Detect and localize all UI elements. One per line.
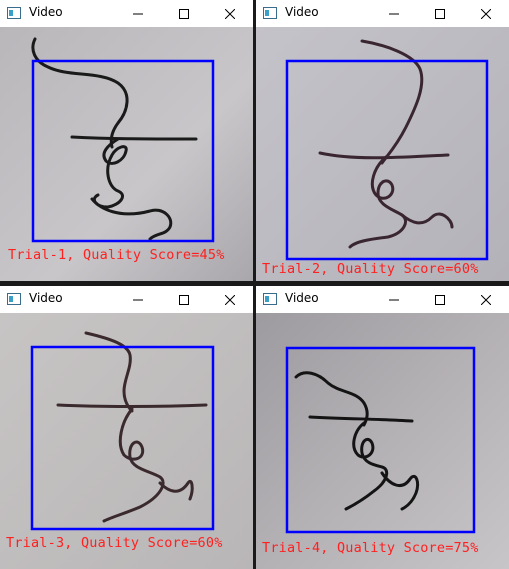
window-title: Video	[29, 291, 63, 305]
window-title: Video	[285, 291, 319, 305]
video-frame: Trial-3, Quality Score=60%	[0, 313, 253, 569]
signature-image	[256, 27, 509, 281]
signature-image	[256, 313, 509, 569]
maximize-button[interactable]	[161, 286, 207, 313]
title-bar[interactable]: Video	[256, 286, 509, 313]
signature-image	[0, 27, 253, 281]
minimize-button[interactable]	[115, 286, 161, 313]
close-icon	[225, 294, 235, 305]
quality-caption: Trial-2, Quality Score=60%	[262, 261, 479, 277]
title-bar[interactable]: Video	[256, 0, 509, 27]
close-button[interactable]	[463, 0, 509, 27]
quality-caption: Trial-1, Quality Score=45%	[8, 247, 225, 263]
maximize-icon	[435, 294, 445, 305]
close-button[interactable]	[463, 286, 509, 313]
video-window-1: Video Trial-1, Quality Score=45%	[0, 0, 253, 281]
maximize-icon	[179, 8, 189, 19]
app-icon	[7, 293, 21, 305]
app-icon	[263, 7, 277, 19]
minimize-icon	[389, 13, 399, 14]
title-bar[interactable]: Video	[0, 0, 253, 27]
app-icon	[7, 7, 21, 19]
video-window-2: Video Trial-2, Quality Score=60%	[256, 0, 509, 281]
quality-caption: Trial-3, Quality Score=60%	[6, 535, 223, 551]
window-title: Video	[285, 5, 319, 19]
window-title: Video	[29, 5, 63, 19]
minimize-icon	[133, 13, 143, 14]
minimize-icon	[389, 299, 399, 300]
video-window-4: Video Trial-4, Quality Score=75%	[256, 286, 509, 569]
app-icon	[263, 293, 277, 305]
minimize-button[interactable]	[371, 286, 417, 313]
close-icon	[225, 8, 235, 19]
minimize-icon	[133, 299, 143, 300]
close-button[interactable]	[207, 286, 253, 313]
maximize-icon	[435, 8, 445, 19]
maximize-button[interactable]	[417, 286, 463, 313]
video-frame: Trial-4, Quality Score=75%	[256, 313, 509, 569]
minimize-button[interactable]	[371, 0, 417, 27]
title-bar[interactable]: Video	[0, 286, 253, 313]
video-window-3: Video Trial-3, Quality Score=60%	[0, 286, 253, 569]
video-frame: Trial-2, Quality Score=60%	[256, 27, 509, 281]
quality-caption: Trial-4, Quality Score=75%	[262, 540, 479, 556]
close-icon	[481, 294, 491, 305]
signature-image	[0, 313, 253, 569]
maximize-button[interactable]	[417, 0, 463, 27]
close-icon	[481, 8, 491, 19]
maximize-button[interactable]	[161, 0, 207, 27]
close-button[interactable]	[207, 0, 253, 27]
minimize-button[interactable]	[115, 0, 161, 27]
maximize-icon	[179, 294, 189, 305]
video-frame: Trial-1, Quality Score=45%	[0, 27, 253, 281]
